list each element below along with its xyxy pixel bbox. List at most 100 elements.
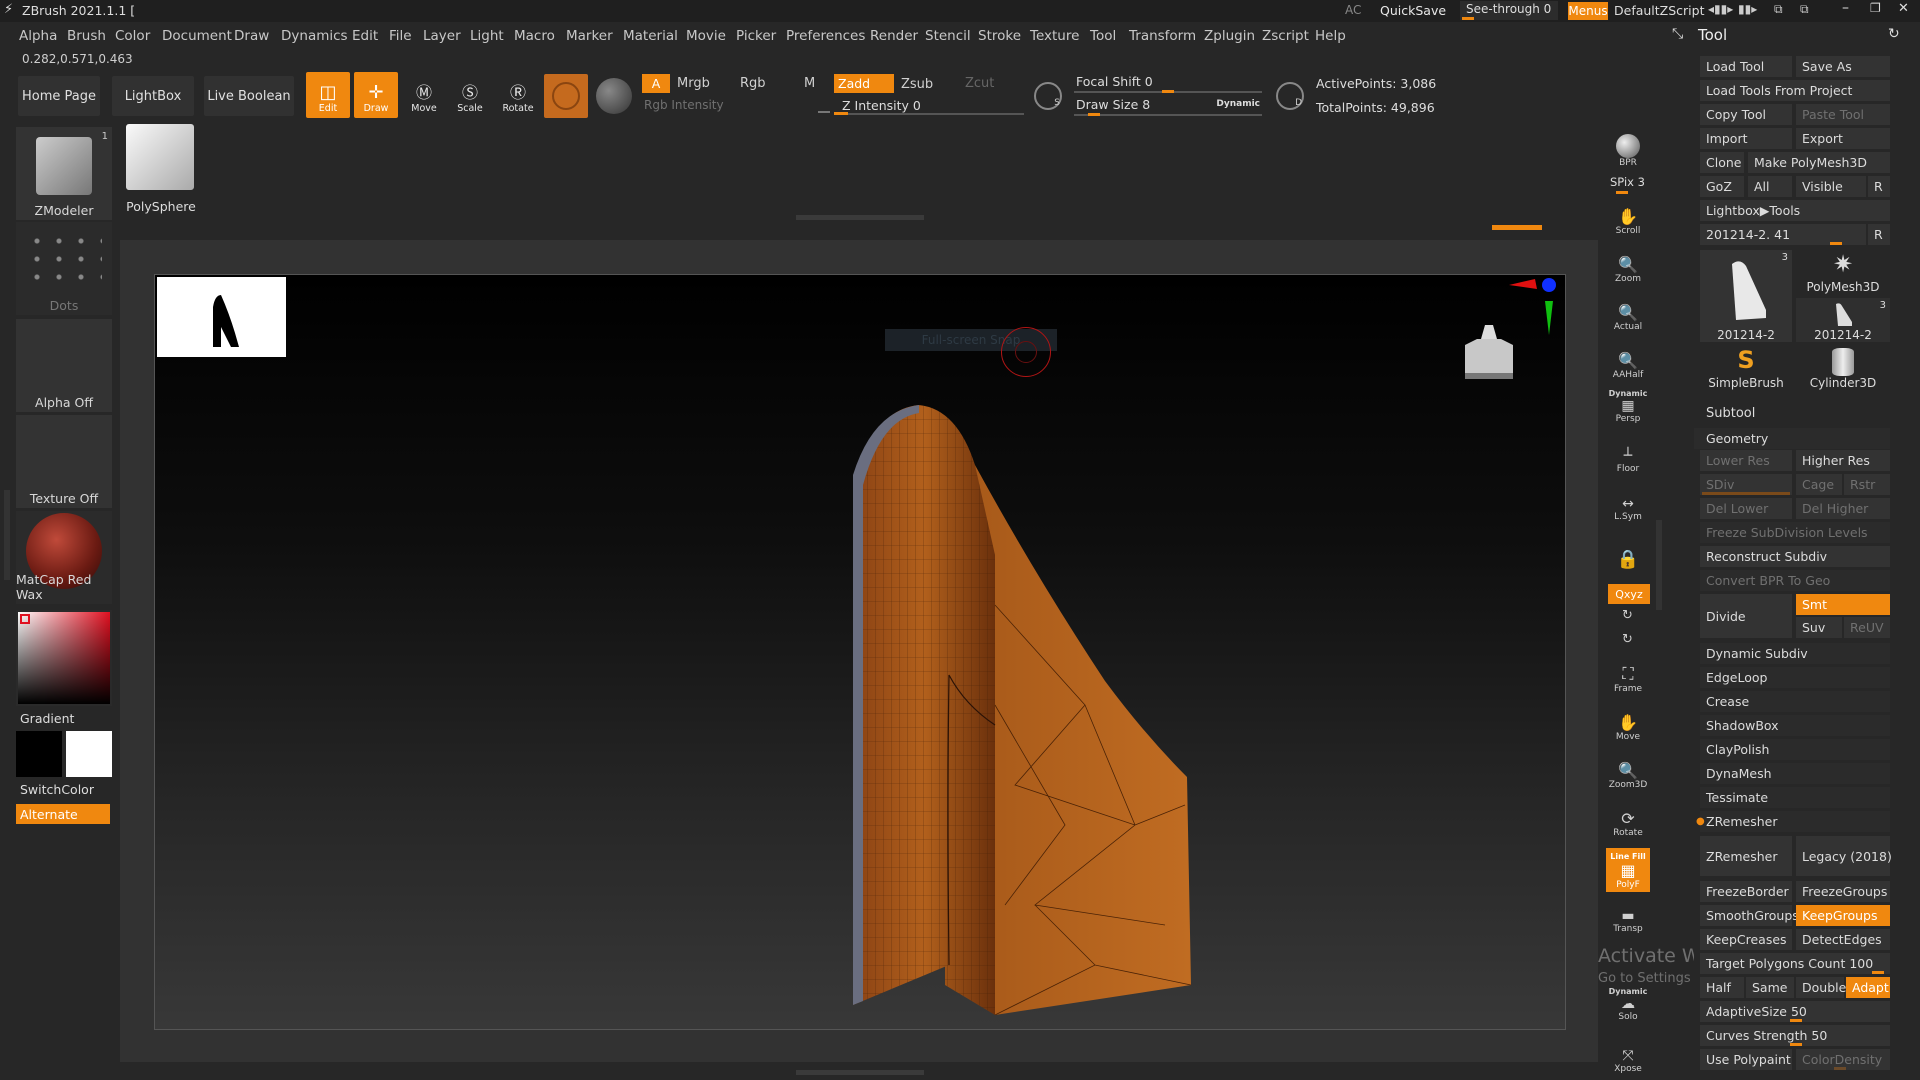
- primary-color-swatch[interactable]: [16, 731, 62, 777]
- current-tool-slider[interactable]: 201214-2. 41: [1700, 224, 1866, 245]
- alternate-button[interactable]: Alternate: [16, 804, 110, 824]
- draw-size-slider[interactable]: Draw Size 8 Dynamic: [1074, 97, 1262, 117]
- menu-edit[interactable]: Edit: [352, 28, 378, 44]
- menu-help[interactable]: Help: [1315, 28, 1346, 44]
- higher-res-button[interactable]: Higher Res: [1796, 450, 1890, 471]
- lightbox-button[interactable]: LightBox: [112, 76, 194, 116]
- keep-creases-toggle[interactable]: KeepCreases: [1700, 929, 1792, 950]
- zadd-button[interactable]: Zadd: [834, 74, 894, 93]
- zoom-button[interactable]: 🔍 Zoom: [1606, 246, 1650, 286]
- lazy-mouse-icon[interactable]: D: [1276, 82, 1304, 110]
- smt-toggle[interactable]: Smt: [1796, 594, 1890, 615]
- lightbox-tools-button[interactable]: Lightbox▶Tools: [1700, 200, 1890, 221]
- alpha-slot[interactable]: Alpha Off: [16, 319, 112, 412]
- shadowbox-section[interactable]: ShadowBox: [1700, 715, 1890, 736]
- goz-button[interactable]: GoZ: [1700, 176, 1744, 197]
- edit-tool-button[interactable]: ◫ Edit: [306, 72, 350, 118]
- menu-light[interactable]: Light: [470, 28, 504, 44]
- menu-zscript[interactable]: Zscript: [1262, 28, 1309, 44]
- del-lower-button[interactable]: Del Lower: [1700, 498, 1792, 519]
- menu-transform[interactable]: Transform: [1129, 28, 1196, 44]
- divide-button[interactable]: Divide: [1700, 594, 1792, 638]
- zremesher-button[interactable]: ZRemesher: [1700, 836, 1792, 876]
- rotate-tool-button[interactable]: Ⓡ Rotate: [496, 72, 540, 118]
- same-button[interactable]: Same: [1746, 977, 1794, 998]
- color-density-slider[interactable]: ColorDensity: [1796, 1049, 1890, 1070]
- switch-color-button[interactable]: SwitchColor: [20, 782, 94, 797]
- texture-slot[interactable]: Texture Off: [16, 415, 112, 508]
- a-mode-button[interactable]: A: [642, 74, 670, 93]
- save-as-button[interactable]: Save As: [1796, 56, 1890, 77]
- solo-button[interactable]: Dynamic ☁ Solo: [1606, 984, 1650, 1024]
- smooth-groups-toggle[interactable]: SmoothGroups: [1700, 905, 1799, 926]
- freeze-subdivision-button[interactable]: Freeze SubDivision Levels: [1700, 522, 1890, 543]
- rstr-button[interactable]: Rstr: [1844, 474, 1890, 495]
- menu-marker[interactable]: Marker: [566, 28, 613, 44]
- keep-groups-toggle[interactable]: KeepGroups: [1796, 905, 1890, 926]
- bpr-button[interactable]: BPR: [1606, 130, 1650, 170]
- clone-button[interactable]: Clone: [1700, 152, 1744, 173]
- menu-color[interactable]: Color: [115, 28, 150, 44]
- floor-button[interactable]: ┴ Floor: [1606, 436, 1650, 476]
- rotate-z-icon[interactable]: ↻: [1622, 632, 1633, 647]
- half-button[interactable]: Half: [1700, 977, 1744, 998]
- menu-draw[interactable]: Draw: [234, 28, 269, 44]
- del-higher-button[interactable]: Del Higher: [1796, 498, 1890, 519]
- sdiv-slider[interactable]: SDiv: [1700, 474, 1792, 495]
- minimize-icon[interactable]: –: [1842, 0, 1849, 16]
- left-shelf-edge[interactable]: [4, 490, 10, 580]
- dots-stroke-slot[interactable]: Dots: [16, 222, 112, 315]
- dynamic-subdiv-section[interactable]: Dynamic Subdiv: [1700, 643, 1890, 664]
- default-zscript-label[interactable]: DefaultZScript: [1614, 3, 1705, 18]
- gradient-label[interactable]: Gradient: [20, 711, 74, 726]
- dynamic-toggle[interactable]: Dynamic: [1216, 99, 1260, 109]
- freeze-border-toggle[interactable]: FreezeBorder: [1700, 881, 1792, 902]
- ac-label[interactable]: AC: [1345, 3, 1361, 17]
- menu-tool[interactable]: Tool: [1090, 28, 1116, 44]
- menu-layer[interactable]: Layer: [423, 28, 461, 44]
- lock-button[interactable]: 🔒: [1606, 532, 1650, 572]
- zoom3d-button[interactable]: 🔍 Zoom3D: [1606, 752, 1650, 792]
- zmodeler-brush-slot[interactable]: 1 ZModeler: [16, 127, 112, 220]
- shelf-collapse-handle[interactable]: [796, 215, 924, 220]
- menu-render[interactable]: Render: [870, 28, 918, 44]
- goz-visible-button[interactable]: Visible: [1796, 176, 1866, 197]
- make-polymesh3d-button[interactable]: Make PolyMesh3D: [1748, 152, 1890, 173]
- zremesher-section-header[interactable]: ● ZRemesher: [1696, 811, 1890, 832]
- subtool-section-header[interactable]: Subtool: [1706, 406, 1755, 421]
- tool-thumb-201214-2[interactable]: 3 201214-2: [1700, 250, 1792, 342]
- bottom-shelf-handle[interactable]: [796, 1070, 924, 1075]
- color-sphere-button[interactable]: [596, 78, 632, 114]
- menu-stroke[interactable]: Stroke: [978, 28, 1021, 44]
- paste-tool-button[interactable]: Paste Tool: [1796, 104, 1890, 125]
- live-boolean-button[interactable]: Live Boolean: [204, 76, 294, 116]
- polyframe-button[interactable]: Line Fill ▦ PolyF: [1606, 848, 1650, 892]
- adaptive-size-slider[interactable]: AdaptiveSize 50: [1700, 1001, 1890, 1022]
- viewport-canvas[interactable]: Full-screen Snap: [154, 274, 1566, 1030]
- close-icon[interactable]: ✕: [1898, 1, 1909, 16]
- load-tools-from-project-button[interactable]: Load Tools From Project: [1700, 80, 1890, 101]
- navigation-thumbnail[interactable]: [157, 277, 286, 357]
- persp-button[interactable]: Dynamic ▦ Persp: [1606, 386, 1650, 426]
- geometry-section-header[interactable]: Geometry: [1694, 428, 1890, 449]
- maximize-icon[interactable]: ❐: [1870, 1, 1881, 15]
- menu-document[interactable]: Document: [162, 28, 232, 44]
- polysphere-tool-slot[interactable]: PolySphere: [120, 122, 202, 214]
- menu-preferences[interactable]: Preferences: [786, 28, 865, 44]
- menu-brush[interactable]: Brush: [67, 28, 106, 44]
- menu-texture[interactable]: Texture: [1030, 28, 1079, 44]
- move-view-button[interactable]: ✋ Move: [1606, 704, 1650, 744]
- mrgb-button[interactable]: Mrgb: [677, 76, 710, 91]
- menu-file[interactable]: File: [389, 28, 412, 44]
- adapt-toggle[interactable]: Adapt: [1846, 977, 1890, 998]
- right-panel-collapse[interactable]: [1656, 520, 1662, 610]
- suv-toggle[interactable]: Suv: [1796, 617, 1842, 638]
- secondary-color-swatch[interactable]: [66, 731, 112, 777]
- z-intensity-slider[interactable]: Z Intensity 0: [834, 97, 1024, 115]
- home-page-button[interactable]: Home Page: [18, 76, 100, 116]
- window-icon[interactable]: ⧉: [1774, 2, 1783, 17]
- menu-stencil[interactable]: Stencil: [925, 28, 971, 44]
- zsub-button[interactable]: Zsub: [901, 77, 933, 92]
- double-button[interactable]: Double: [1796, 977, 1846, 998]
- layout-icon[interactable]: ◂▮▮▸: [1708, 2, 1733, 16]
